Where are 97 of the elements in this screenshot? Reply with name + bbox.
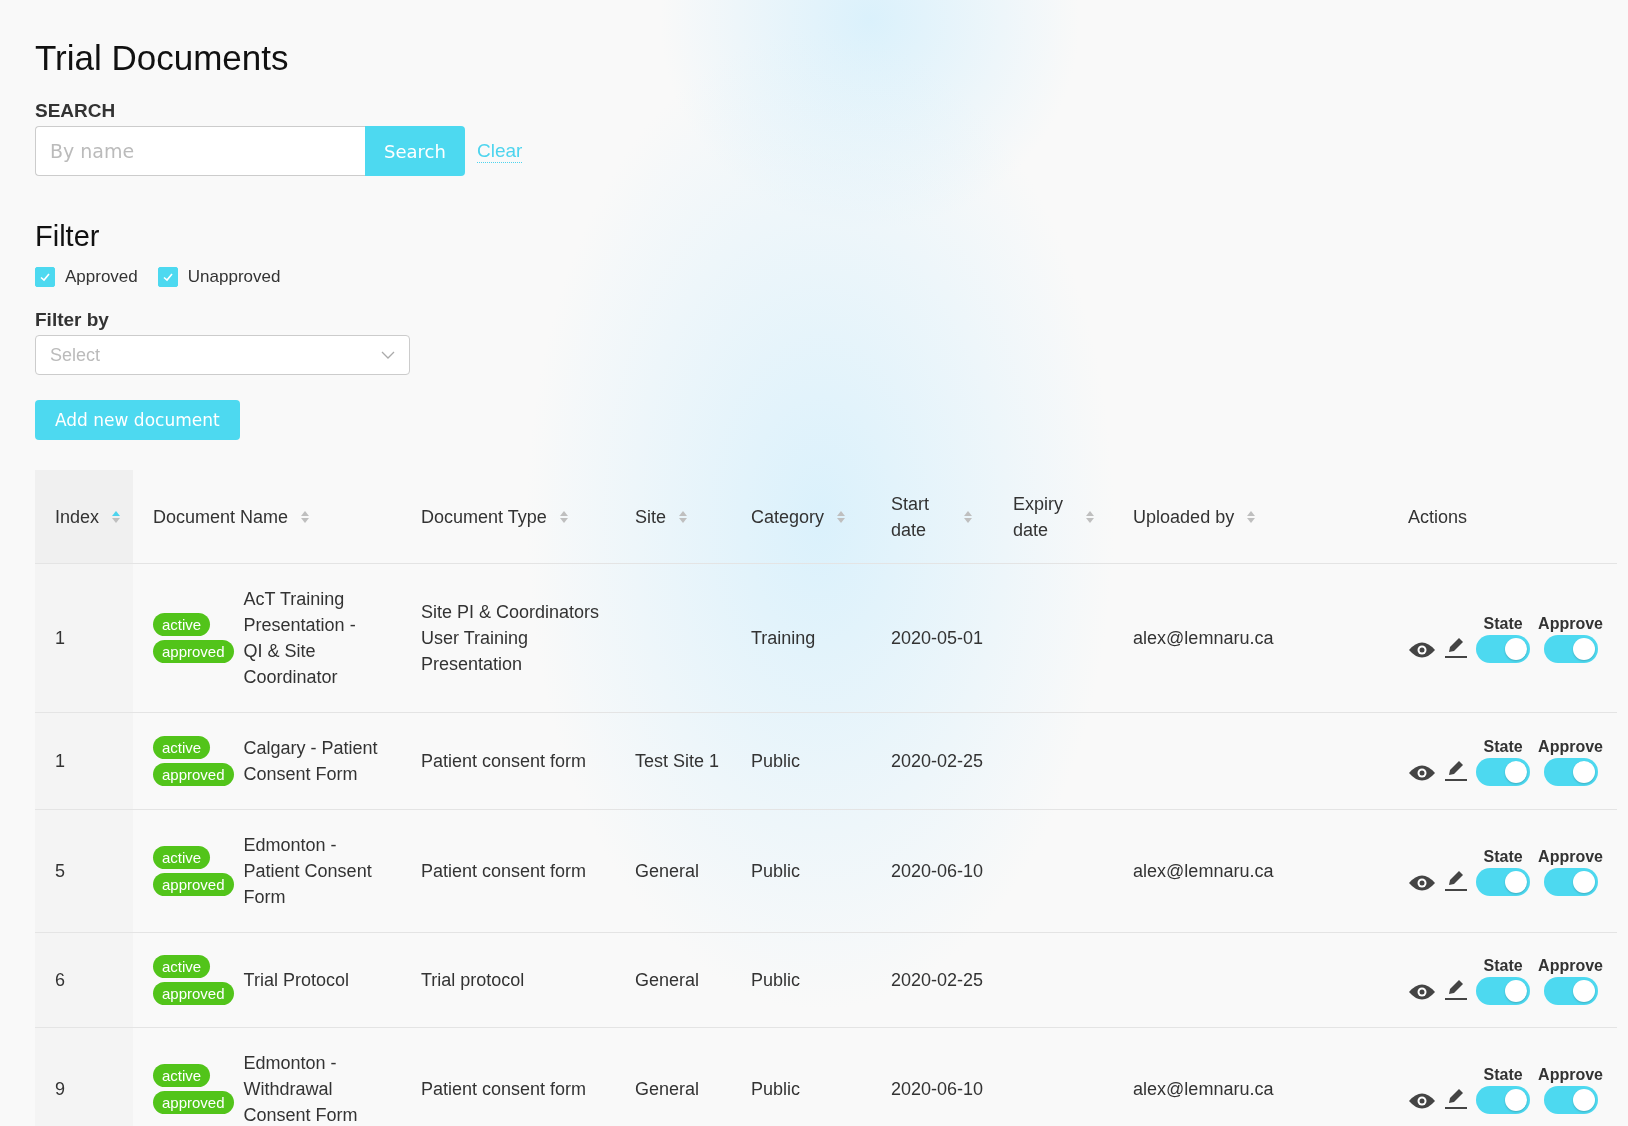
pencil-icon[interactable] xyxy=(1444,758,1469,782)
document-name: Trial Protocol xyxy=(243,969,350,992)
approve-toggle[interactable] xyxy=(1543,758,1598,786)
clear-link[interactable]: Clear xyxy=(477,139,523,163)
table-cell: Site PI & Coordinators User Training Presentation xyxy=(421,602,600,674)
page-title: Trial Documents xyxy=(35,38,290,78)
table-cell: 1 xyxy=(55,628,65,648)
table-cell: alex@lemnaru.ca xyxy=(1133,1079,1274,1099)
status-tag: active xyxy=(153,846,211,869)
table-cell: alex@lemnaru.ca xyxy=(1133,628,1274,648)
table-cell: 5 xyxy=(55,861,65,881)
status-tag: active xyxy=(153,736,211,759)
column-header: Uploaded by xyxy=(1133,505,1235,529)
filter-by-label: Filter by xyxy=(35,309,110,331)
eye-icon[interactable] xyxy=(1408,983,1437,1001)
table-cell: Patient consent form xyxy=(421,861,587,881)
column-header: Document Name xyxy=(153,505,289,529)
toggle-label: Approve xyxy=(1538,847,1603,867)
search-button[interactable]: Search xyxy=(365,126,465,176)
toggle-label: Approve xyxy=(1538,737,1603,757)
status-tag: approved xyxy=(153,640,234,663)
state-toggle[interactable] xyxy=(1476,758,1531,786)
column-header: Actions xyxy=(1408,505,1468,529)
toggle-label: Approve xyxy=(1538,1065,1603,1085)
table-cell: Trial protocol xyxy=(421,970,525,990)
checkbox-label: Approved xyxy=(65,267,138,287)
filter-heading: Filter xyxy=(35,220,101,253)
status-tag: approved xyxy=(153,873,234,896)
column-header: Start date xyxy=(891,492,930,542)
toggle-label: State xyxy=(1483,614,1523,634)
table-cell: alex@lemnaru.ca xyxy=(1133,861,1274,881)
pencil-icon[interactable] xyxy=(1444,977,1469,1001)
eye-icon[interactable] xyxy=(1408,874,1437,892)
table-cell: Public xyxy=(751,970,801,990)
document-name: Edmonton - Patient Consent Form xyxy=(243,834,373,909)
pencil-icon[interactable] xyxy=(1444,635,1469,659)
toggle-label: State xyxy=(1483,1065,1523,1085)
chevron-down-icon xyxy=(381,351,395,359)
table-cell: Test Site 1 xyxy=(635,751,720,771)
eye-icon[interactable] xyxy=(1408,764,1437,782)
search-field[interactable]: By name xyxy=(35,126,365,176)
status-tag: approved xyxy=(153,763,234,786)
table-cell: Public xyxy=(751,861,801,881)
approve-toggle[interactable] xyxy=(1543,1086,1598,1114)
toggle-label: State xyxy=(1483,956,1523,976)
table-cell: Public xyxy=(751,1079,801,1099)
toggle-label: Approve xyxy=(1538,614,1603,634)
state-toggle[interactable] xyxy=(1476,1086,1531,1114)
document-name: Edmonton - Withdrawal Consent Form xyxy=(243,1052,359,1126)
table-cell: Training xyxy=(751,628,816,648)
state-toggle[interactable] xyxy=(1476,635,1531,663)
check-icon xyxy=(39,271,51,283)
table-cell: 2020-06-10 xyxy=(891,1079,984,1099)
column-header: Index xyxy=(55,505,100,529)
column-header: Category xyxy=(751,505,825,529)
pencil-icon[interactable] xyxy=(1444,868,1469,892)
column-header: Site xyxy=(635,505,667,529)
filter-select[interactable]: Select xyxy=(35,335,410,375)
table-cell: General xyxy=(635,970,700,990)
toggle-label: State xyxy=(1483,847,1523,867)
status-tag: approved xyxy=(153,1091,234,1114)
eye-icon[interactable] xyxy=(1408,1092,1437,1110)
table-cell: 2020-02-25 xyxy=(891,970,984,990)
checkbox-label: Unapproved xyxy=(187,267,281,287)
add-document-button[interactable]: Add new document xyxy=(35,400,240,440)
search-label: SEARCH xyxy=(35,100,117,122)
approve-toggle[interactable] xyxy=(1543,868,1598,896)
status-tag: active xyxy=(153,1064,211,1087)
status-tag: approved xyxy=(153,982,234,1005)
approve-toggle[interactable] xyxy=(1543,635,1598,663)
toggle-label: Approve xyxy=(1538,956,1603,976)
checkbox[interactable] xyxy=(157,267,178,287)
document-name: AcT Training Presentation - QI & Site Coordinator xyxy=(243,588,357,689)
table-cell: 9 xyxy=(55,1079,65,1099)
toggle-label: State xyxy=(1483,737,1523,757)
approve-toggle[interactable] xyxy=(1543,977,1598,1005)
eye-icon[interactable] xyxy=(1408,641,1437,659)
table-cell: Patient consent form xyxy=(421,751,587,771)
checkbox[interactable] xyxy=(35,267,55,287)
table-cell: General xyxy=(635,1079,700,1099)
status-tag: active xyxy=(153,955,211,978)
state-toggle[interactable] xyxy=(1476,977,1531,1005)
table-cell: General xyxy=(635,861,700,881)
table-cell: Public xyxy=(751,751,801,771)
table-cell: 2020-06-10 xyxy=(891,861,984,881)
column-header: Document Type xyxy=(421,505,547,529)
pencil-icon[interactable] xyxy=(1444,1086,1469,1110)
table-cell: 2020-05-01 xyxy=(891,628,984,648)
table-cell: 2020-02-25 xyxy=(891,751,984,771)
check-icon xyxy=(161,271,174,283)
status-tag: active xyxy=(153,613,211,636)
document-name: Calgary - Patient Consent Form xyxy=(243,737,379,786)
table-cell: Patient consent form xyxy=(421,1079,587,1099)
table-cell: 1 xyxy=(55,751,65,771)
state-toggle[interactable] xyxy=(1476,868,1531,896)
column-header: Expiry date xyxy=(1013,492,1065,542)
table-cell: 6 xyxy=(55,970,65,990)
